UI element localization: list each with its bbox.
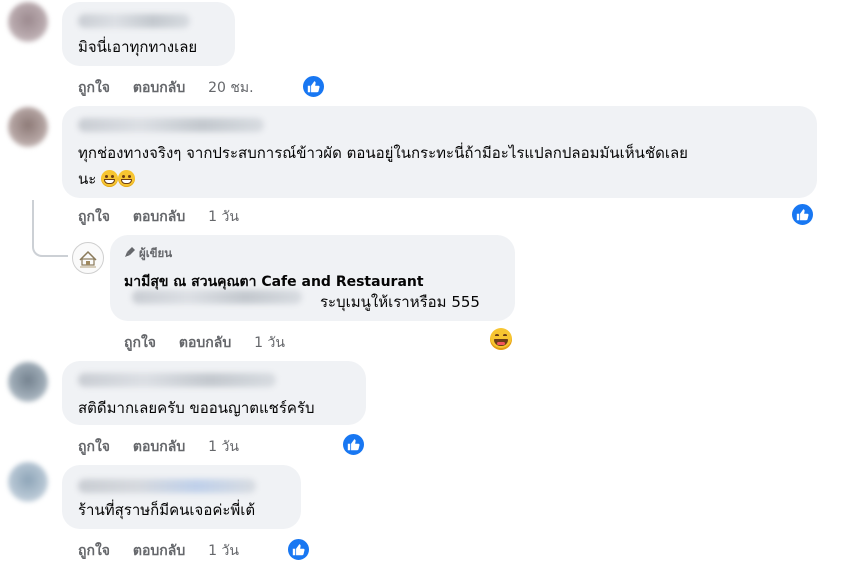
comment-actions: ถูกใจ ตอบกลับ 1 วัน — [78, 436, 257, 458]
mentioned-name-redacted[interactable] — [132, 290, 302, 304]
comment-text-line: นะ — [78, 167, 136, 192]
reply-link[interactable]: ตอบกลับ — [133, 439, 185, 455]
like-icon[interactable] — [341, 432, 366, 457]
commenter-name-redacted[interactable] — [78, 14, 190, 28]
commenter-avatar[interactable] — [8, 2, 48, 42]
like-link[interactable]: ถูกใจ — [78, 543, 110, 559]
reply-link[interactable]: ตอบกลับ — [133, 543, 185, 559]
reply-thread-line — [32, 200, 68, 257]
commenter-avatar[interactable] — [8, 107, 48, 147]
comment-text: สติดีมากเลยครับ ขออนญาตแชร์ครับ — [78, 399, 315, 417]
author-badge-label: ผู้เขียน — [139, 246, 173, 260]
author-badge: ผู้เขียน — [124, 245, 172, 263]
comment-text: ร้านที่สุราษก็มีคนเจอค่ะพี่เต้ — [78, 501, 256, 519]
like-icon[interactable] — [301, 74, 326, 99]
commenter-name-redacted[interactable] — [78, 479, 256, 493]
like-link[interactable]: ถูกใจ — [78, 80, 110, 96]
haha-icon[interactable] — [490, 328, 512, 350]
haha-mouth — [494, 339, 508, 346]
comment-timestamp[interactable]: 1 วัน — [208, 543, 239, 559]
commenter-avatar[interactable] — [8, 462, 48, 502]
comment-timestamp[interactable]: 1 วัน — [208, 439, 239, 455]
grinning-emoji-icon — [101, 170, 119, 187]
commenter-name-redacted[interactable] — [78, 373, 276, 387]
haha-eye — [503, 334, 507, 337]
comment-bubble: ร้านที่สุราษก็มีคนเจอค่ะพี่เต้ — [62, 465, 301, 529]
reply-link[interactable]: ตอบกลับ — [133, 80, 185, 96]
comment-bubble: ทุกช่องทางจริงๆ จากประสบการณ์ข้าวผัด ตอน… — [62, 106, 817, 198]
like-link[interactable]: ถูกใจ — [124, 335, 156, 351]
reply-link[interactable]: ตอบกลับ — [179, 335, 231, 351]
microphone-icon — [125, 247, 135, 257]
comment-actions: ถูกใจ ตอบกลับ 1 วัน — [78, 206, 257, 228]
comment-timestamp[interactable]: 20 ชม. — [208, 80, 253, 96]
comment-timestamp[interactable]: 1 วัน — [254, 335, 285, 351]
reply-text: ระบุเมนูให้เราหรือม 555 — [320, 293, 480, 311]
like-icon[interactable] — [790, 202, 815, 227]
comment-text-line: ทุกช่องทางจริงๆ จากประสบการณ์ข้าวผัด ตอน… — [78, 144, 688, 162]
page-logo-avatar[interactable] — [72, 242, 104, 274]
commenter-name-redacted[interactable] — [78, 118, 264, 132]
comment-bubble: มิจนี่เอาทุกทางเลย — [62, 2, 235, 66]
reply-link[interactable]: ตอบกลับ — [133, 209, 185, 225]
comment-bubble: สติดีมากเลยครับ ขออนญาตแชร์ครับ — [62, 361, 366, 425]
comment-actions: ถูกใจ ตอบกลับ 1 วัน — [78, 540, 257, 562]
comment-text: มิจนี่เอาทุกทางเลย — [78, 38, 198, 56]
like-link[interactable]: ถูกใจ — [78, 439, 110, 455]
comment-timestamp[interactable]: 1 วัน — [208, 209, 239, 225]
grinning-emoji-icon — [118, 170, 136, 187]
reply-actions: ถูกใจ ตอบกลับ 1 วัน — [124, 332, 303, 354]
reply-bubble: ผู้เขียน มามีสุข ณ สวนคุณตา Cafe and Res… — [110, 235, 515, 321]
like-link[interactable]: ถูกใจ — [78, 209, 110, 225]
like-icon[interactable] — [286, 537, 311, 562]
comment-actions: ถูกใจ ตอบกลับ 20 ชม. — [78, 77, 272, 99]
comment-text-end: นะ — [78, 170, 97, 188]
commenter-avatar[interactable] — [8, 362, 48, 402]
